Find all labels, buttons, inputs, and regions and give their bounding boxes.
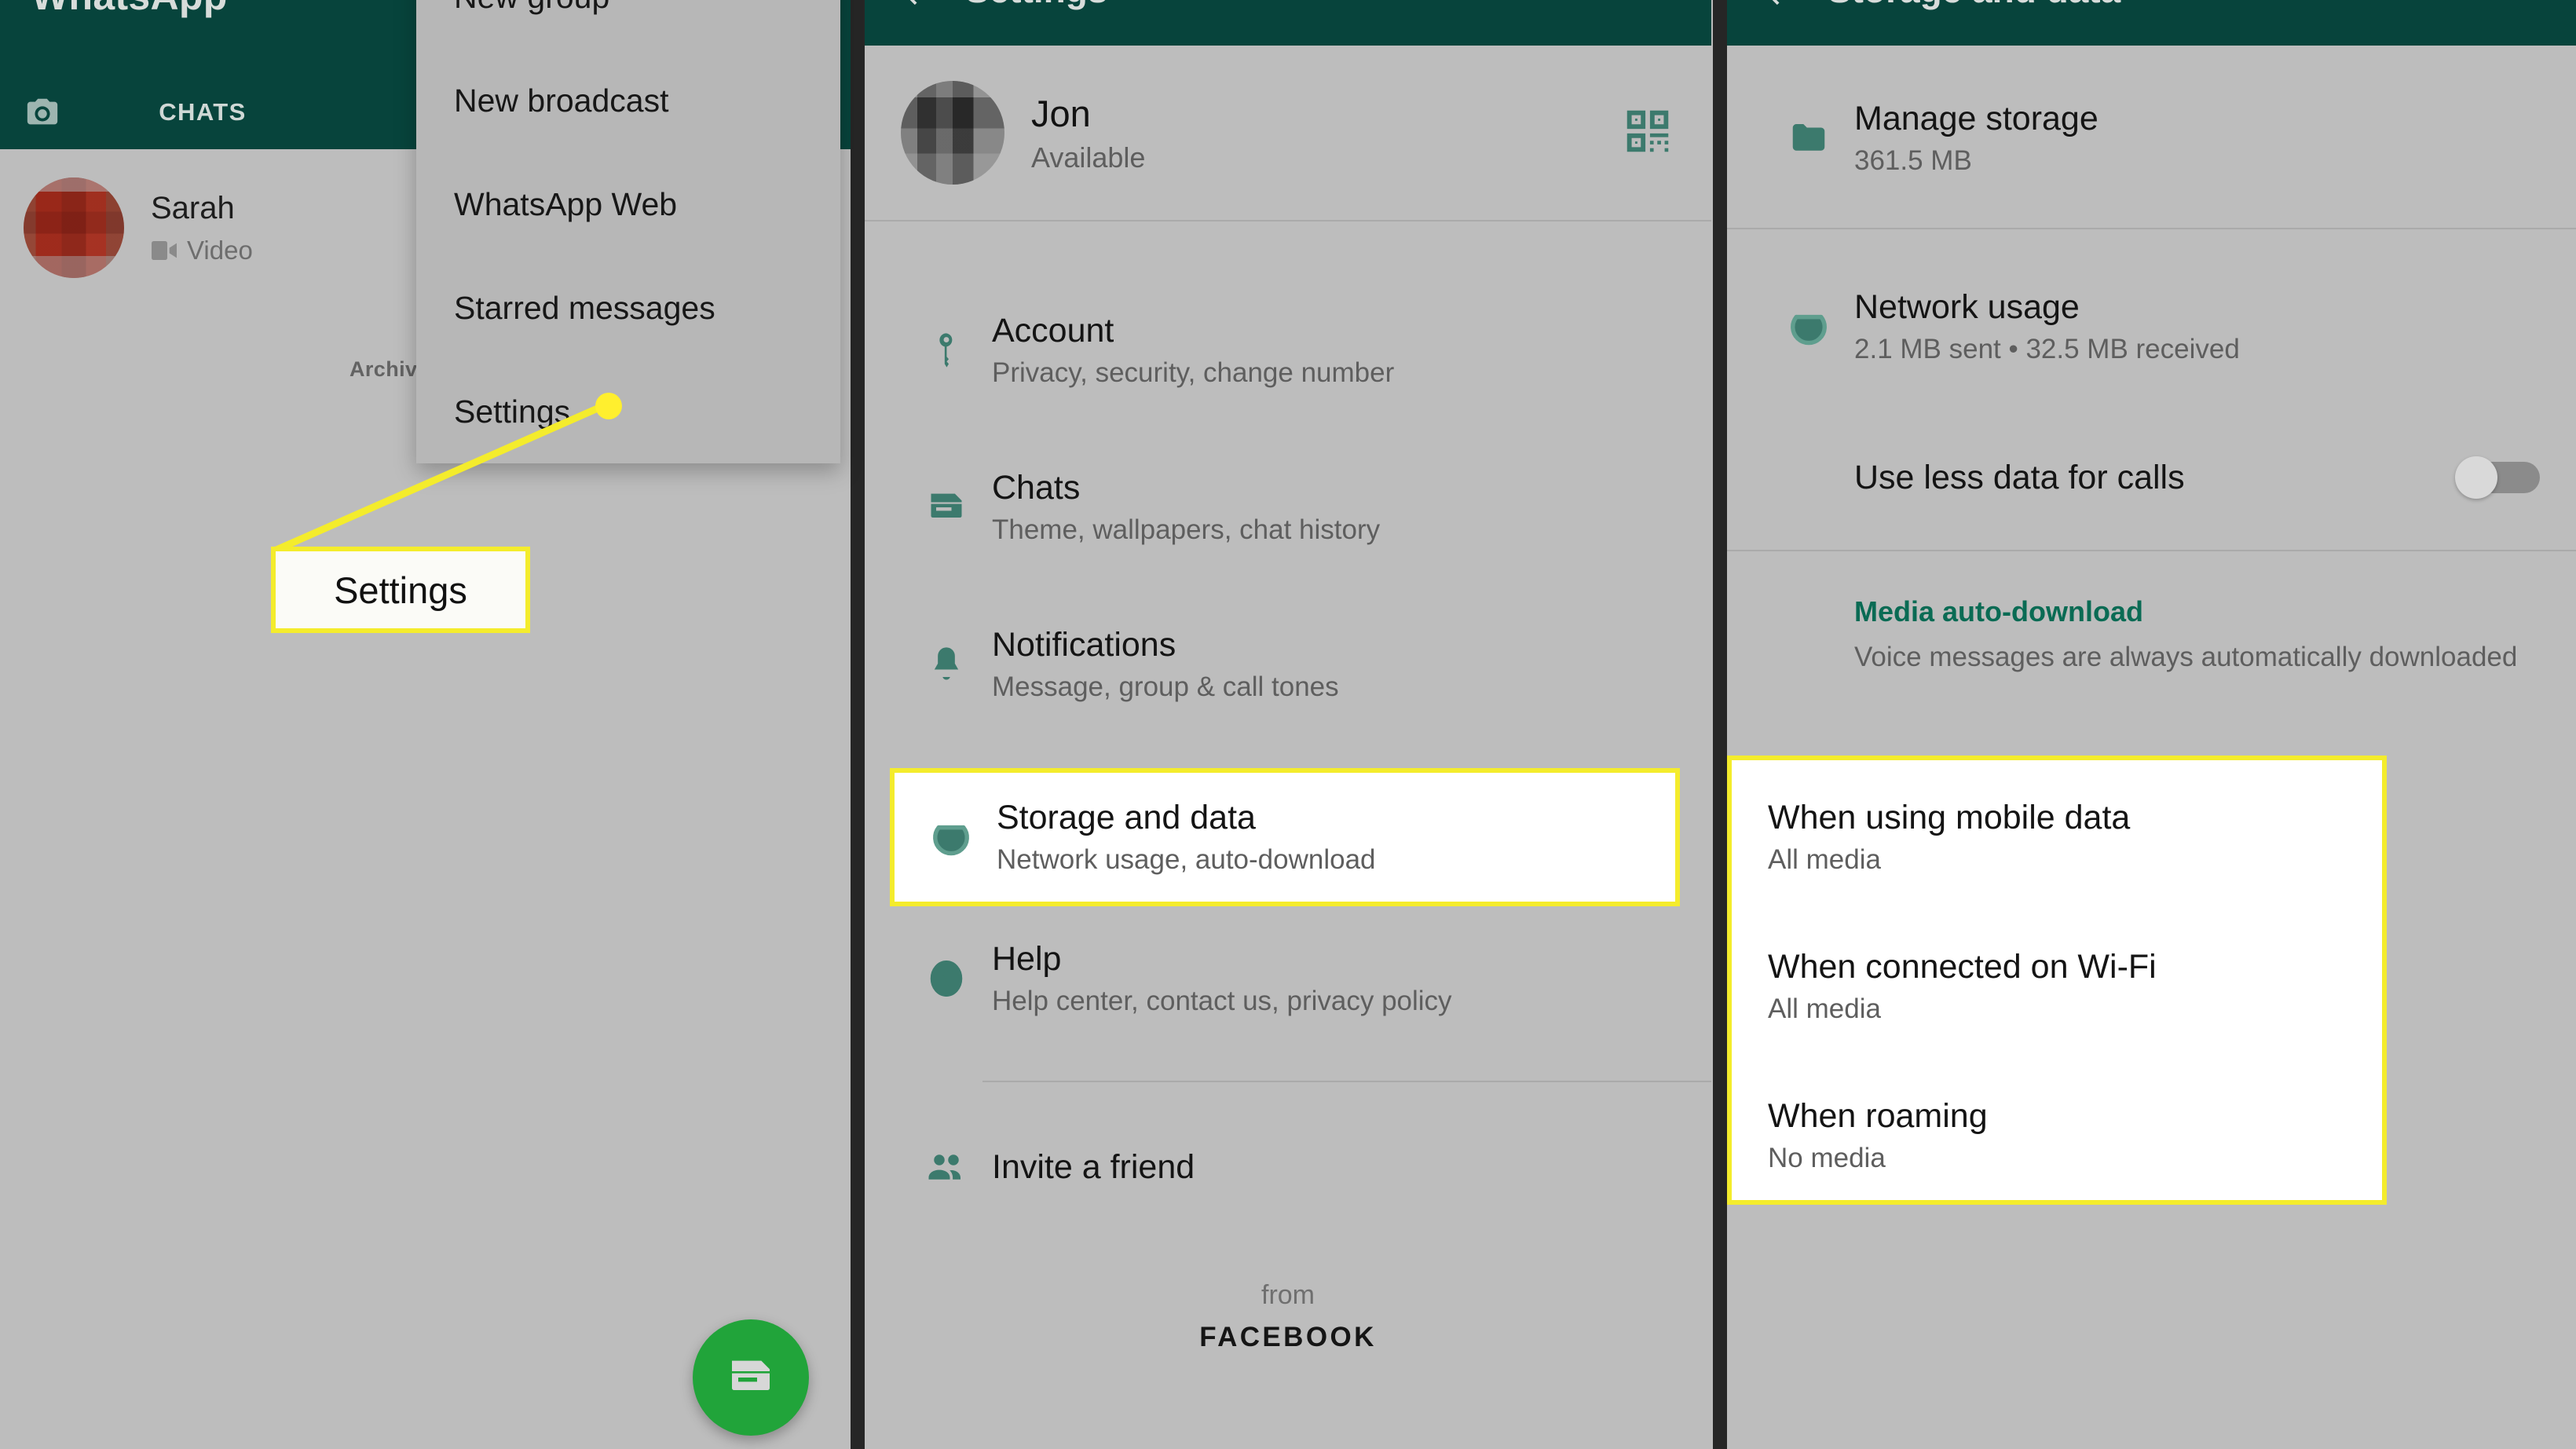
callout-label: Settings xyxy=(334,569,467,611)
callout-label-box: Settings xyxy=(271,547,530,633)
callout-anchor-dot xyxy=(595,393,622,419)
screenshot-root: WhatsApp CHATS S Sarah Video Archiv xyxy=(0,0,2576,1449)
callout-leader-line xyxy=(275,401,606,554)
